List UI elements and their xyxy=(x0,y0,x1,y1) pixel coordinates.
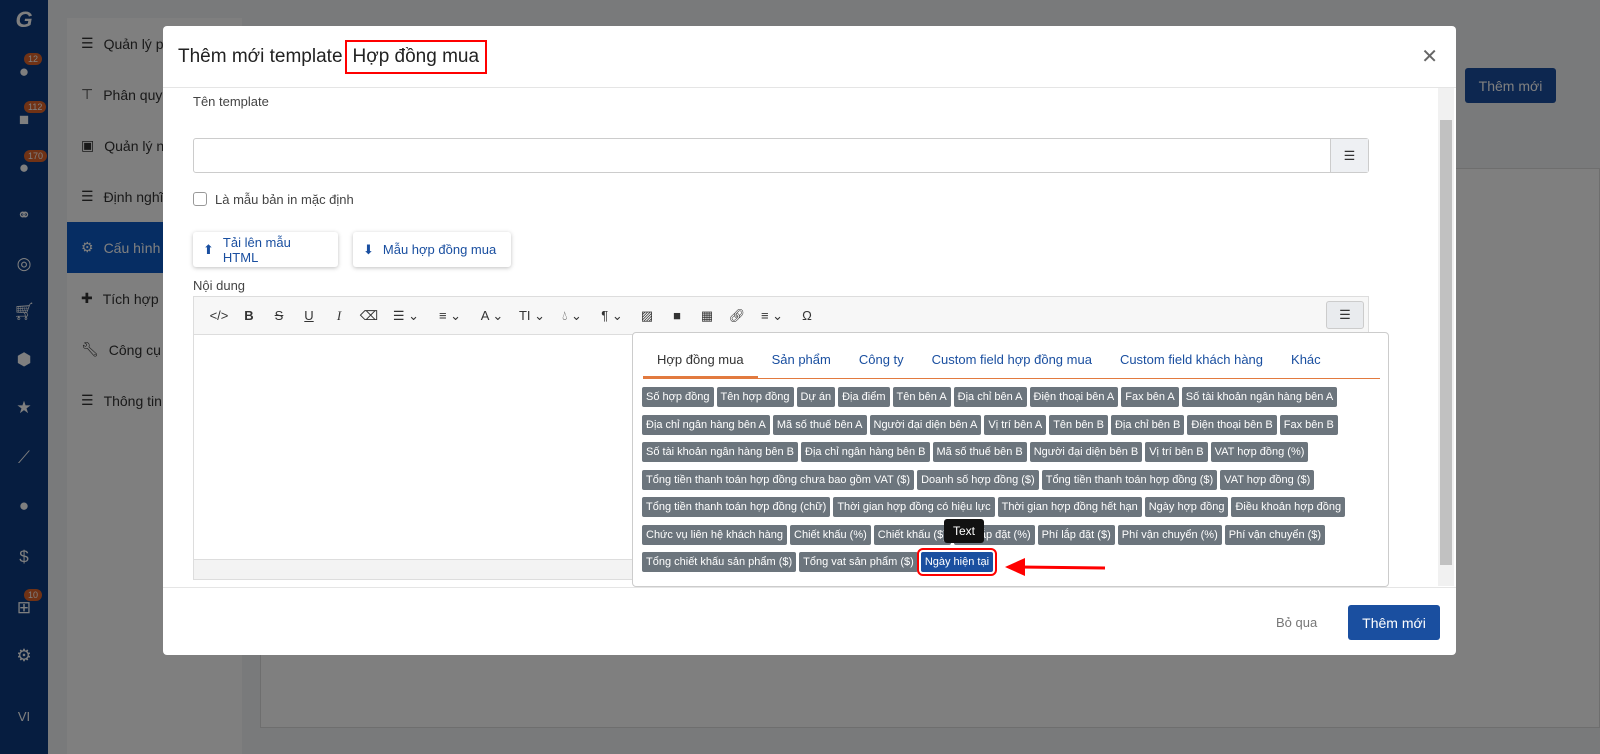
modal-header: Thêm mới template Hợp đồng mua xyxy=(163,26,1456,88)
tooltip: Text xyxy=(944,519,984,543)
button-label: Tải lên mẫu HTML xyxy=(222,234,291,265)
color-drop-icon[interactable]: 💧︎ ⌄ xyxy=(552,308,592,324)
chip-row: Số hợp đồng Tên hợp đồng Dự án Địa điểm Tên … xyxy=(642,387,1387,407)
chip-row: Chức vụ liên hệ khách hàng Chiết khấu (%)… xyxy=(642,524,1387,545)
cancel-button[interactable]: Bỏ qua xyxy=(1276,615,1317,630)
submit-button[interactable]: Thêm mới xyxy=(1348,605,1440,640)
variable-chip[interactable]: Tổng chiết khấu sản phẩm ($) xyxy=(642,552,797,572)
variable-chip[interactable]: Địa chỉ ngân hàng bên A xyxy=(642,414,770,435)
name-label: Tên template xyxy=(193,94,269,109)
variable-chip[interactable]: VAT hợp đồng (%) xyxy=(1210,442,1309,462)
content-label: Nội dung xyxy=(193,278,246,293)
variables-list-button[interactable]: ☰ xyxy=(1326,301,1364,329)
variable-chip[interactable]: Người đại diện bên A xyxy=(869,414,982,435)
variable-chip[interactable]: Phí vận chuyển ($) xyxy=(1224,524,1326,545)
download-icon: ⬇ xyxy=(363,241,374,257)
variable-tabs: Hợp đồng mua Sản phẩm Công ty Custom field … xyxy=(643,349,1380,379)
variable-chip[interactable]: Tên hợp đồng xyxy=(716,387,794,407)
variables-popover: Hợp đồng mua Sản phẩm Công ty Custom field … xyxy=(632,332,1389,587)
chip-row: Tổng tiền thanh toán hợp đồng chưa bao g… xyxy=(642,469,1387,490)
variable-chip[interactable]: Tổng tiền thanh toán hợp đồng chưa bao g… xyxy=(642,469,915,490)
bullet-list-icon[interactable]: ☰ ⌄ xyxy=(384,308,428,324)
strikethrough-icon[interactable]: S xyxy=(264,308,294,323)
variable-chip[interactable]: Tên bên A xyxy=(892,387,951,407)
variable-tab[interactable]: Công ty xyxy=(845,349,918,378)
variable-chips: Số hợp đồng Tên hợp đồng Dự án Địa điểm Tên … xyxy=(642,387,1387,580)
paragraph-icon[interactable]: ¶ ⌄ xyxy=(592,308,632,324)
variable-chip[interactable]: Số tài khoản ngân hàng bên B xyxy=(642,442,799,462)
link-icon[interactable]: 🔗︎ xyxy=(722,308,752,324)
font-size-icon[interactable]: TI ⌄ xyxy=(512,308,552,324)
variable-chip[interactable]: Chiết khấu (%) xyxy=(790,524,871,545)
variable-chip[interactable]: Địa chỉ bên B xyxy=(1110,414,1185,435)
variable-chip[interactable]: Điều khoản hợp đồng xyxy=(1231,497,1346,517)
underline-icon[interactable]: U xyxy=(294,308,324,323)
variable-chip[interactable]: Tên bên B xyxy=(1049,414,1108,435)
variable-chip[interactable]: Số hợp đồng xyxy=(642,387,714,407)
modal-scrollbar[interactable] xyxy=(1438,88,1454,586)
variable-chip[interactable]: Địa chỉ ngân hàng bên B xyxy=(801,442,930,462)
variable-chip[interactable]: Số tài khoản ngân hàng bên A xyxy=(1181,387,1338,407)
sample-template-button[interactable]: ⬇ Mẫu hợp đồng mua xyxy=(353,232,511,267)
variable-chip[interactable]: Địa chỉ bên A xyxy=(953,387,1027,407)
red-arrow-annotation xyxy=(1005,558,1106,576)
modal-title: Thêm mới template xyxy=(178,45,343,67)
template-name-input[interactable]: ☰ xyxy=(193,138,1369,173)
variable-chip[interactable]: Tổng tiền thanh toán hợp đồng ($) xyxy=(1041,469,1218,490)
code-view-icon[interactable]: </> xyxy=(204,308,234,323)
upload-html-button[interactable]: ⬆ Tải lên mẫu HTML xyxy=(193,232,338,267)
variable-chip[interactable]: Ngày hiện tại xyxy=(916,548,998,576)
variable-chip[interactable]: Fax bên A xyxy=(1121,387,1179,407)
bold-icon[interactable]: B xyxy=(234,308,264,323)
editor-toolbar: </> B S U I ⌫ ☰ ⌄ ≡ ⌄ A ⌄ TI ⌄ 💧︎ ⌄ ¶ ⌄ … xyxy=(194,297,1368,335)
variable-chip[interactable]: Phí lắp đặt ($) xyxy=(1037,524,1115,545)
chip-row: Tổng tiền thanh toán hợp đồng (chữ) Thời … xyxy=(642,497,1387,517)
omega-icon[interactable]: Ω xyxy=(792,308,822,323)
default-label: Là mẫu bản in mặc định xyxy=(215,192,354,207)
variable-tab[interactable]: Sản phẩm xyxy=(758,349,845,378)
upload-icon: ⬆ xyxy=(203,241,214,257)
variable-chip[interactable]: Tổng vat sản phẩm ($) xyxy=(799,552,918,572)
variable-chip[interactable]: Phí vận chuyển (%) xyxy=(1117,524,1222,545)
eraser-icon[interactable]: ⌫ xyxy=(354,308,384,324)
button-label: Mẫu hợp đồng mua xyxy=(382,242,497,257)
variable-chip[interactable]: Thời gian hợp đồng hết hạn xyxy=(997,497,1142,517)
variable-chip[interactable]: Thời gian hợp đồng có hiệu lực xyxy=(833,497,995,517)
list-icon[interactable]: ☰ xyxy=(1330,139,1368,172)
variable-chip[interactable]: Người đại diện bên B xyxy=(1029,442,1143,462)
close-icon[interactable]: ✕ xyxy=(1421,44,1438,69)
ordered-list-icon[interactable]: ≡ ⌄ xyxy=(428,308,472,324)
variable-chip[interactable]: Mã số thuế bên B xyxy=(932,442,1027,462)
variable-chip[interactable]: Điện thoại bên A xyxy=(1029,387,1119,407)
font-color-icon[interactable]: A ⌄ xyxy=(472,308,512,324)
video-icon[interactable]: ■ xyxy=(662,308,692,323)
variable-tab[interactable]: Khác xyxy=(1277,349,1335,378)
variable-chip[interactable]: Chức vụ liên hệ khách hàng xyxy=(642,524,788,545)
chip-row: Số tài khoản ngân hàng bên B Địa chỉ ngân… xyxy=(642,442,1387,462)
variable-chip[interactable]: VAT hợp đồng ($) xyxy=(1220,469,1315,490)
variable-chip[interactable]: Mã số thuế bên A xyxy=(772,414,867,435)
variable-tab[interactable]: Custom field hợp đồng mua xyxy=(918,349,1106,378)
variable-chip[interactable]: Vị trí bên B xyxy=(1145,442,1208,462)
image-icon[interactable]: ▨ xyxy=(632,308,662,324)
variable-chip[interactable]: Tổng tiền thanh toán hợp đồng (chữ) xyxy=(642,497,831,517)
table-icon[interactable]: ▦ xyxy=(692,308,722,324)
variable-chip[interactable]: Vị trí bên A xyxy=(984,414,1047,435)
variable-chip[interactable]: Chiết khấu ($) xyxy=(873,524,951,545)
variable-chip[interactable]: Fax bên B xyxy=(1279,414,1338,435)
variable-chip[interactable]: Ngày hợp đồng xyxy=(1144,497,1229,517)
align-icon[interactable]: ≡ ⌄ xyxy=(752,308,792,324)
scrollbar-thumb[interactable] xyxy=(1440,120,1452,565)
variable-tab[interactable]: Custom field khách hàng xyxy=(1106,349,1277,378)
italic-icon[interactable]: I xyxy=(324,308,354,324)
default-checkbox[interactable] xyxy=(193,192,207,206)
modal-title-highlight: Hợp đồng mua xyxy=(344,39,488,74)
variable-chip[interactable]: Doanh số hợp đồng ($) xyxy=(917,469,1039,490)
variable-tab[interactable]: Hợp đồng mua xyxy=(643,349,758,378)
variable-chip[interactable]: Dự án xyxy=(796,387,836,407)
chip-row: Địa chỉ ngân hàng bên A Mã số thuế bên AN… xyxy=(642,414,1387,435)
variable-chip[interactable]: Địa điểm xyxy=(838,387,890,407)
modal-footer: Bỏ qua Thêm mới xyxy=(163,587,1456,655)
variable-chip[interactable]: Điện thoại bên B xyxy=(1187,414,1277,435)
